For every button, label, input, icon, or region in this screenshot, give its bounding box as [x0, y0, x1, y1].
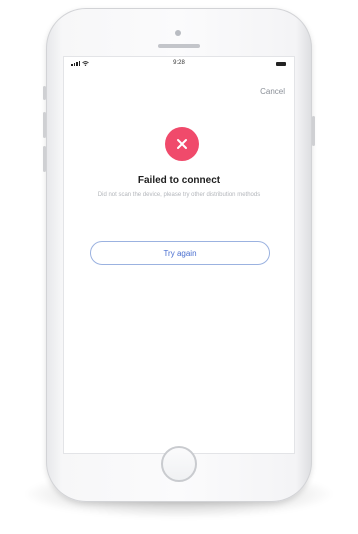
close-icon [177, 139, 187, 149]
cancel-button[interactable]: Cancel [260, 87, 285, 96]
earpiece-speaker [158, 44, 200, 48]
volume-up-button [43, 112, 46, 138]
phone-screen: 9:28 Cancel Failed to connect Did not sc… [64, 57, 294, 453]
error-description: Did not scan the device, please try othe… [97, 192, 261, 198]
phone-frame: 9:28 Cancel Failed to connect Did not sc… [43, 8, 315, 502]
try-again-button[interactable]: Try again [90, 241, 270, 265]
device-mockup-stage: 9:28 Cancel Failed to connect Did not sc… [0, 0, 358, 534]
volume-down-button [43, 146, 46, 172]
error-badge [165, 127, 199, 161]
power-button [312, 116, 315, 146]
error-title: Failed to connect [137, 175, 221, 186]
status-time: 9:28 [173, 60, 185, 66]
battery-icon [276, 62, 286, 66]
home-button[interactable] [161, 446, 197, 482]
try-again-label: Try again [163, 248, 197, 258]
mute-switch [43, 86, 46, 100]
front-camera [175, 30, 181, 36]
status-bar: 9:28 [64, 57, 294, 73]
